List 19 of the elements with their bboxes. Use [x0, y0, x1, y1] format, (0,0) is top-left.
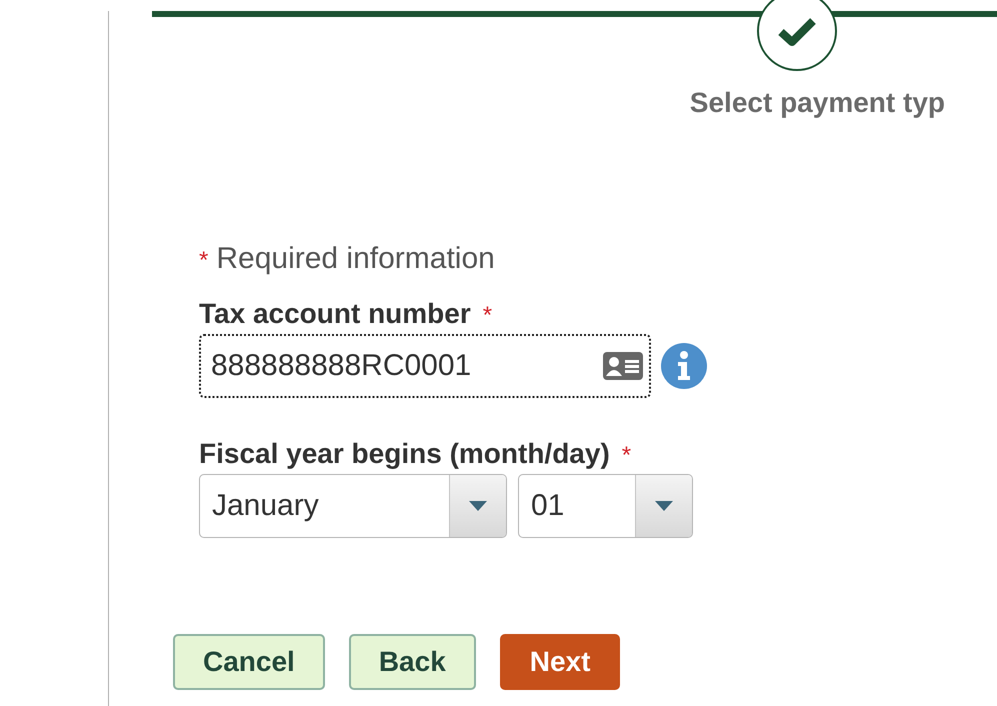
field-value: 888888888RC0001 [211, 349, 472, 383]
field-label: Fiscal year begins (month/day) [199, 438, 610, 470]
info-icon[interactable] [661, 343, 707, 389]
id-card-icon [603, 352, 643, 380]
required-marker: * [622, 442, 632, 470]
required-note: Required information [216, 242, 495, 276]
checkmark-icon [777, 15, 817, 47]
required-marker: * [199, 247, 208, 275]
dropdown-caret-icon [469, 501, 487, 511]
step-label: Select payment typ [690, 87, 945, 119]
month-dropdown[interactable]: January [199, 474, 507, 538]
form-button[interactable]: Back [348, 634, 476, 690]
tax-account-field[interactable]: 888888888RC0001 [199, 334, 651, 398]
required-marker: * [482, 302, 492, 330]
day-dropdown[interactable]: 01 [518, 474, 693, 538]
dropdown-caret-icon [655, 501, 673, 511]
next-button[interactable]: Next [500, 634, 620, 690]
field-label: Tax account number [199, 298, 471, 330]
form-button[interactable]: Cancel [173, 634, 325, 690]
